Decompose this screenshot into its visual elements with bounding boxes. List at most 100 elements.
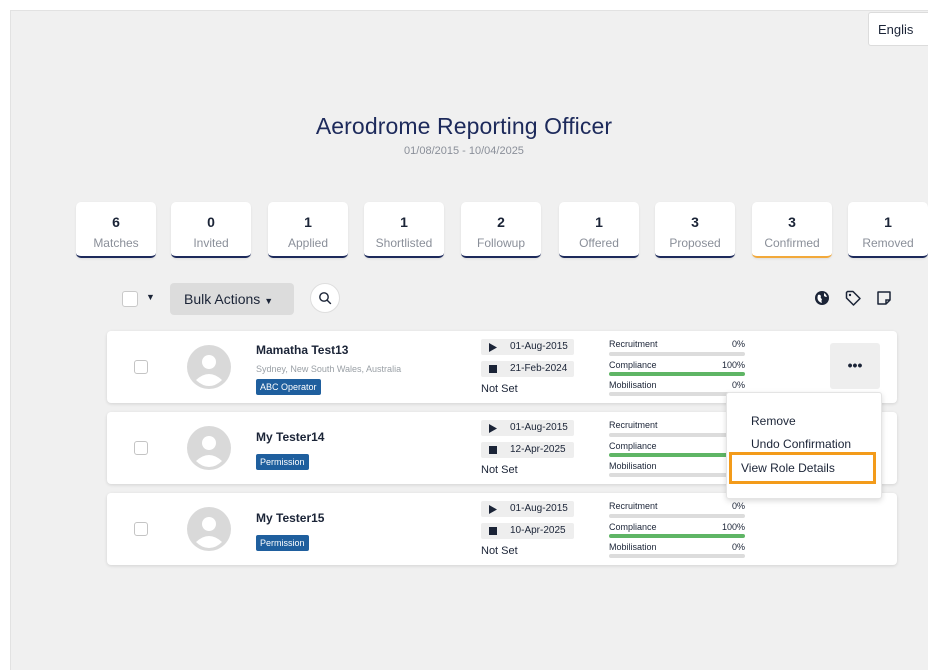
progress-bar-compliance [609, 453, 745, 457]
candidate-tag: Permission [256, 535, 309, 551]
tag-icon[interactable] [844, 289, 862, 307]
select-all-checkbox[interactable] [122, 291, 138, 307]
row-actions-menu: Remove Undo Confirmation View Role Detai… [726, 392, 882, 499]
bulk-actions-label: Bulk Actions [184, 291, 261, 307]
progress-label: Compliance [609, 360, 657, 370]
globe-icon[interactable] [813, 289, 831, 307]
candidate-tag: ABC Operator [256, 379, 321, 395]
avatar-placeholder-icon [187, 345, 231, 389]
bulk-actions-button[interactable]: Bulk Actions ▼ [170, 283, 294, 315]
avatar-placeholder-icon [187, 426, 231, 470]
progress-bar-recruitment [609, 514, 745, 518]
progress-label: Recruitment [609, 501, 658, 511]
status-text: Not Set [481, 464, 518, 476]
row-checkbox[interactable] [134, 441, 148, 455]
end-date: 21-Feb-2024 [481, 361, 574, 377]
start-date-text: 01-Aug-2015 [510, 503, 568, 514]
stat-count: 2 [497, 214, 505, 230]
stat-label: Followup [476, 236, 526, 250]
progress-value: 0% [731, 339, 745, 349]
stat-label: Shortlisted [375, 236, 433, 250]
progress-bar-recruitment [609, 352, 745, 356]
candidate-name[interactable]: Mamatha Test13 [256, 343, 348, 357]
progress-value: 100% [721, 522, 745, 532]
stat-label: Invited [193, 236, 229, 250]
play-icon [489, 343, 497, 352]
stat-count: 1 [595, 214, 603, 230]
menu-item-remove[interactable]: Remove [751, 414, 796, 428]
search-icon [319, 292, 332, 305]
progress-value: 0% [731, 501, 745, 511]
role-dates: 01/08/2015 - 10/04/2025 [404, 145, 524, 157]
end-date-text: 10-Apr-2025 [510, 525, 566, 536]
more-actions-button[interactable]: ••• [830, 343, 880, 389]
avatar-placeholder-icon [187, 507, 231, 551]
search-button[interactable] [310, 283, 340, 313]
progress-bar-recruitment [609, 433, 745, 437]
candidate-row[interactable]: My Tester15 Permission 01-Aug-2015 10-Ap… [107, 493, 897, 565]
start-date-text: 01-Aug-2015 [510, 341, 568, 352]
progress-label: Compliance [609, 441, 657, 451]
select-dropdown-caret-icon[interactable]: ▼ [146, 292, 155, 302]
status-text: Not Set [481, 383, 518, 395]
candidate-name[interactable]: My Tester15 [256, 511, 324, 525]
progress-value: 0% [731, 380, 745, 390]
stat-count: 1 [304, 214, 312, 230]
progress-bar-mobilisation [609, 554, 745, 558]
note-icon[interactable] [875, 289, 893, 307]
stat-invited[interactable]: 0 Invited [171, 202, 251, 258]
stat-followup[interactable]: 2 Followup [461, 202, 541, 258]
stat-offered[interactable]: 1 Offered [559, 202, 639, 258]
start-date: 01-Aug-2015 [481, 420, 574, 436]
menu-item-view-role-details[interactable]: View Role Details [729, 452, 876, 484]
stat-count: 0 [207, 214, 215, 230]
stat-shortlisted[interactable]: 1 Shortlisted [364, 202, 444, 258]
progress-label: Recruitment [609, 339, 658, 349]
progress-label: Compliance [609, 522, 657, 532]
start-date-text: 01-Aug-2015 [510, 422, 568, 433]
stat-label: Removed [862, 236, 914, 250]
end-date-text: 21-Feb-2024 [510, 363, 568, 374]
stop-icon [489, 527, 497, 535]
stop-icon [489, 446, 497, 454]
stat-confirmed[interactable]: 3 Confirmed [752, 202, 832, 258]
progress-bar-mobilisation [609, 392, 745, 396]
play-icon [489, 424, 497, 433]
play-icon [489, 505, 497, 514]
stop-icon [489, 365, 497, 373]
stat-count: 3 [691, 214, 699, 230]
candidate-location: Sydney, New South Wales, Australia [256, 364, 402, 374]
stat-count: 1 [884, 214, 892, 230]
candidate-tag: Permission [256, 454, 309, 470]
stat-label: Matches [93, 236, 139, 250]
progress-bar-compliance [609, 372, 745, 376]
progress-label: Mobilisation [609, 542, 657, 552]
row-checkbox[interactable] [134, 522, 148, 536]
caret-down-icon: ▼ [264, 296, 274, 306]
role-title: Aerodrome Reporting Officer [315, 113, 613, 139]
progress-bar-compliance [609, 534, 745, 538]
stat-label: Applied [287, 236, 329, 250]
stat-matches[interactable]: 6 Matches [76, 202, 156, 258]
start-date: 01-Aug-2015 [481, 501, 574, 517]
stat-label: Confirmed [764, 236, 820, 250]
stat-removed[interactable]: 1 Removed [848, 202, 928, 258]
stat-label: Offered [579, 236, 619, 250]
stat-proposed[interactable]: 3 Proposed [655, 202, 735, 258]
end-date-text: 12-Apr-2025 [510, 444, 566, 455]
stat-count: 3 [788, 214, 796, 230]
status-text: Not Set [481, 545, 518, 557]
menu-item-undo-confirmation[interactable]: Undo Confirmation [751, 437, 851, 451]
progress-label: Recruitment [609, 420, 658, 430]
progress-label: Mobilisation [609, 461, 657, 471]
row-checkbox[interactable] [134, 360, 148, 374]
stat-count: 6 [112, 214, 120, 230]
progress-bar-mobilisation [609, 473, 745, 477]
stat-label: Proposed [669, 236, 721, 250]
end-date: 12-Apr-2025 [481, 442, 574, 458]
stat-applied[interactable]: 1 Applied [268, 202, 348, 258]
end-date: 10-Apr-2025 [481, 523, 574, 539]
candidate-name[interactable]: My Tester14 [256, 430, 324, 444]
progress-label: Mobilisation [609, 380, 657, 390]
language-selector[interactable]: Englis [868, 12, 928, 46]
